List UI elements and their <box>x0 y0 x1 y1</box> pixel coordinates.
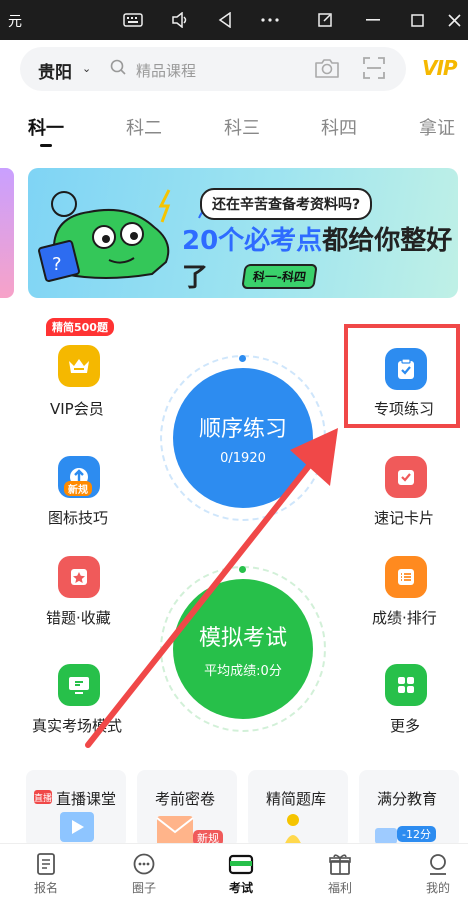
document-icon <box>37 853 55 875</box>
gift-icon <box>329 854 351 875</box>
video-play-icon <box>60 812 94 842</box>
nav-benefits-label: 福利 <box>327 881 352 895</box>
nav-signup-label: 报名 <box>33 881 58 895</box>
question-bank-label[interactable]: 精简题库 <box>266 788 326 809</box>
nav-exam-label: 考试 <box>228 881 253 895</box>
live-class-label[interactable]: 直播课堂 <box>56 788 116 809</box>
full-score-card[interactable]: -12分 <box>359 770 459 848</box>
question-bank-card[interactable] <box>248 770 348 848</box>
secret-paper-card[interactable]: 新规 <box>137 770 237 848</box>
live-tag: 直播 <box>34 790 52 804</box>
points-tag: -12分 <box>397 826 436 842</box>
live-class-card[interactable] <box>26 770 126 848</box>
nav-signup[interactable]: 报名 <box>16 852 76 896</box>
nav-profile[interactable]: 我的 <box>408 852 468 896</box>
nav-profile-label: 我的 <box>425 881 450 895</box>
annotation-arrow <box>85 428 338 748</box>
secret-paper-label[interactable]: 考前密卷 <box>155 788 215 809</box>
nav-benefits[interactable]: 福利 <box>310 852 370 896</box>
user-icon <box>430 854 446 875</box>
chat-bubble-icon <box>133 853 155 875</box>
nav-community[interactable]: 圈子 <box>114 852 174 896</box>
full-score-label[interactable]: 满分教育 <box>377 788 437 809</box>
exam-folder-icon <box>228 854 254 875</box>
nav-exam[interactable]: 考试 <box>211 852 271 896</box>
nav-community-label: 圈子 <box>131 881 156 895</box>
